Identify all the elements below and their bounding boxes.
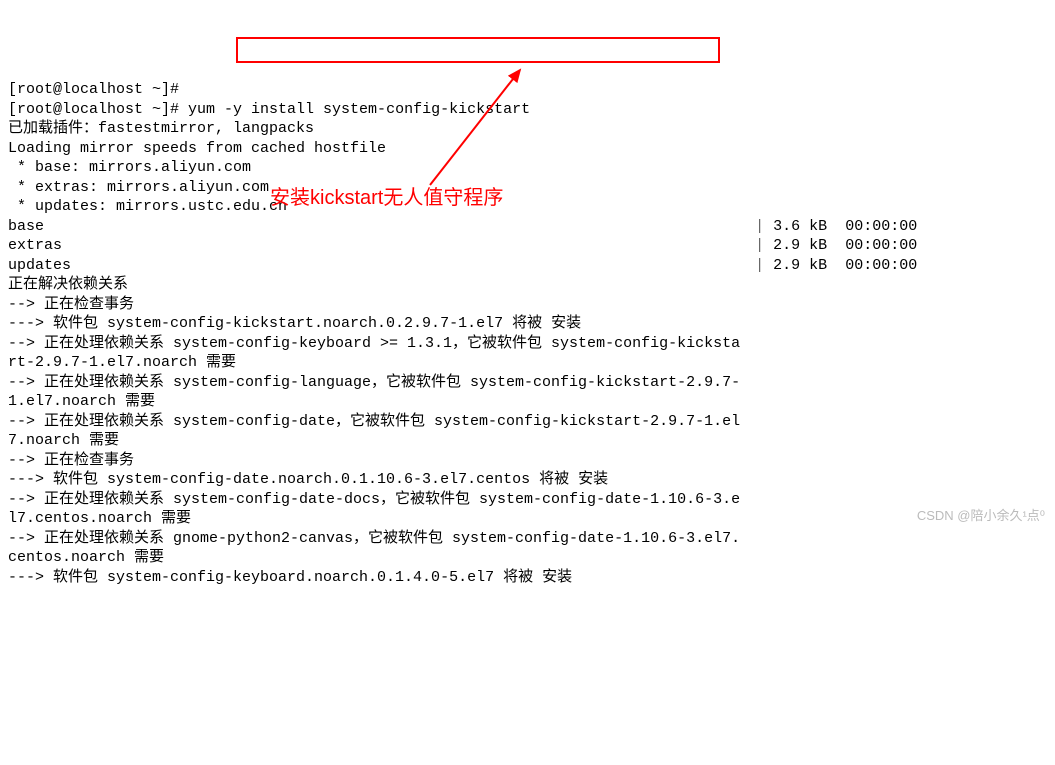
output-line: --> 正在处理依赖关系 system-config-date，它被软件包 sy… (8, 413, 740, 450)
output-line: * base: mirrors.aliyun.com (8, 159, 251, 176)
command-text: yum -y install system-config-kickstart (188, 101, 530, 118)
output-line: --> 正在检查事务 (8, 452, 134, 469)
shell-prompt[interactable]: [root@localhost ~]# (8, 101, 188, 118)
repo-size: 3.6 kB (773, 218, 827, 235)
highlight-box (236, 37, 720, 63)
output-line: 正在解决依赖关系 (8, 276, 128, 293)
output-line: Loading mirror speeds from cached hostfi… (8, 140, 386, 157)
annotation-text: 安装kickstart无人值守程序 (270, 185, 503, 211)
output-line: --> 正在处理依赖关系 system-config-language，它被软件… (8, 374, 740, 411)
output-line: ---> 软件包 system-config-date.noarch.0.1.1… (8, 471, 608, 488)
repo-size: 2.9 kB (773, 257, 827, 274)
output-line: --> 正在检查事务 (8, 296, 134, 313)
repo-name: extras (8, 237, 62, 254)
repo-time: 00:00:00 (845, 237, 917, 254)
output-line: * extras: mirrors.aliyun.com (8, 179, 269, 196)
repo-name: base (8, 218, 44, 235)
output-line: --> 正在处理依赖关系 gnome-python2-canvas，它被软件包 … (8, 530, 740, 567)
repo-time: 00:00:00 (845, 218, 917, 235)
output-line: --> 正在处理依赖关系 system-config-keyboard >= 1… (8, 335, 740, 372)
repo-name: updates (8, 257, 71, 274)
terminal-output: [root@localhost ~]# [root@localhost ~]# … (0, 59, 1055, 590)
watermark: CSDN @陪小余久¹点⁰ (917, 508, 1045, 525)
output-line: --> 正在处理依赖关系 system-config-date-docs，它被软… (8, 491, 740, 528)
output-line: ---> 软件包 system-config-kickstart.noarch.… (8, 315, 581, 332)
shell-prompt[interactable]: [root@localhost ~]# (8, 81, 188, 98)
repo-time: 00:00:00 (845, 257, 917, 274)
output-line: ---> 软件包 system-config-keyboard.noarch.0… (8, 569, 572, 586)
repo-size: 2.9 kB (773, 237, 827, 254)
output-line: 已加载插件：fastestmirror, langpacks (8, 120, 314, 137)
output-line: * updates: mirrors.ustc.edu.cn (8, 198, 287, 215)
